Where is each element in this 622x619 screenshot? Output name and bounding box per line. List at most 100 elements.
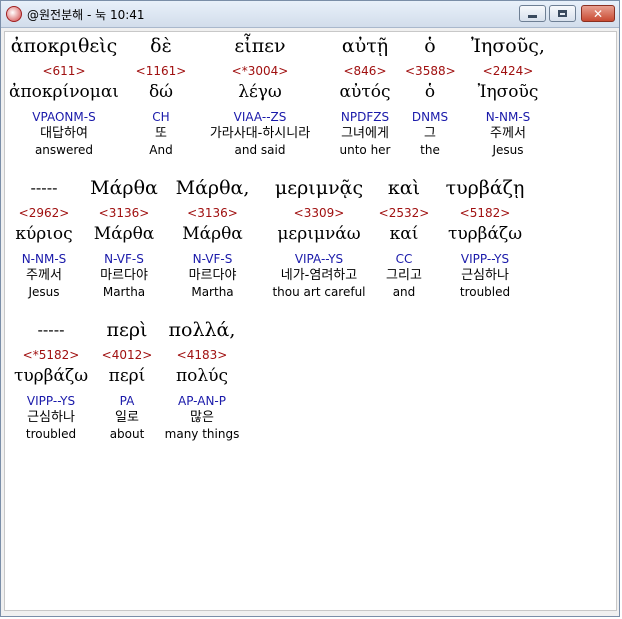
strong-number[interactable]: <*5182> [9, 348, 93, 362]
word-column[interactable]: καὶ <2532> καί CC 그리고 and [377, 174, 431, 299]
english-gloss: Jesus [28, 285, 60, 299]
greek-word: Ἰησοῦς, [471, 35, 545, 57]
korean-gloss: 또 [155, 126, 167, 141]
korean-gloss: 일로 [115, 410, 139, 425]
word-column[interactable]: τυρβάζῃ <5182> τυρβάζω VIPP--YS 근심하나 tro… [437, 174, 533, 299]
english-gloss: many things [164, 427, 240, 441]
korean-gloss: 근심하나 [461, 268, 509, 283]
greek-word: περὶ [106, 319, 148, 341]
greek-word: ἀποκριθεὶς [10, 35, 118, 57]
lemma: κύριος [15, 224, 73, 244]
word-column[interactable]: Μάρθα, <3136> Μάρθα N-VF-S 마르다야 Martha [170, 174, 255, 299]
strong-number[interactable]: <3309> [263, 206, 375, 220]
greek-word: δὲ [150, 35, 172, 57]
english-gloss: about [109, 427, 145, 441]
word-column[interactable]: μεριμνᾷς <3309> μεριμνάω VIPA--YS 네가-염려하… [263, 174, 375, 299]
close-icon: ✕ [592, 6, 604, 21]
lemma: δώ [148, 82, 174, 102]
korean-gloss: 네가-염려하고 [280, 268, 358, 283]
strong-number[interactable]: <4183> [161, 348, 243, 362]
parsing-code: N-VF-S [192, 252, 233, 266]
word-column[interactable]: ----- <*5182> τυρβάζω VIPP--YS 근심하나 trou… [9, 316, 93, 441]
lemma: περί [108, 366, 146, 386]
window-title: @원전분해 - 눅 10:41 [27, 8, 145, 22]
korean-gloss: 그 [424, 126, 436, 141]
parsing-code: VIPP--YS [460, 252, 510, 266]
english-gloss: and [392, 285, 416, 299]
parsing-code: N-NM-S [485, 110, 531, 124]
korean-gloss: 근심하나 [27, 410, 75, 425]
word-column[interactable]: περὶ <4012> περί PA 일로 about [99, 316, 155, 441]
word-column[interactable]: Μάρθα <3136> Μάρθα N-VF-S 마르다야 Martha [85, 174, 163, 299]
english-gloss: answered [34, 143, 94, 157]
greek-word: ----- [30, 179, 58, 197]
korean-gloss: 주께서 [26, 268, 62, 283]
lemma: τυρβάζω [13, 366, 89, 386]
strong-number[interactable]: <2532> [377, 206, 431, 220]
parsing-code: VIPP--YS [26, 394, 76, 408]
word-column[interactable]: αὐτῇ <846> αὐτός NPDFZS 그녀에게 unto her [330, 32, 400, 157]
interlinear-panel[interactable]: ἀποκριθεὶς <611> ἀποκρίνομαι VPAONM-S 대답… [4, 31, 617, 611]
english-gloss: Martha [191, 285, 234, 299]
word-column[interactable]: ἀποκριθεὶς <611> ἀποκρίνομαι VPAONM-S 대답… [5, 32, 123, 157]
english-gloss: the [420, 143, 440, 157]
korean-gloss: 마르다야 [188, 268, 237, 283]
korean-gloss: 가라사대-하시니라 [209, 126, 311, 141]
strong-number[interactable]: <846> [330, 64, 400, 78]
english-gloss: and said [234, 143, 286, 157]
korean-gloss: 그녀에게 [341, 126, 389, 141]
lemma: Μάρθα [182, 224, 243, 244]
word-column[interactable]: δὲ <1161> δώ CH 또 And [133, 32, 189, 157]
english-gloss: troubled [459, 285, 511, 299]
lemma: ἀποκρίνομαι [9, 82, 119, 102]
close-button[interactable]: ✕ [581, 5, 615, 22]
strong-number[interactable]: <2424> [463, 64, 553, 78]
lemma: λέγω [238, 82, 282, 102]
parsing-code: PA [119, 394, 135, 408]
lemma: Μάρθα [93, 224, 155, 244]
parsing-code: N-VF-S [104, 252, 144, 266]
strong-number[interactable]: <3136> [170, 206, 255, 220]
greek-word: εἶπεν [234, 35, 286, 57]
lemma: τυρβάζω [447, 224, 523, 244]
greek-word: ----- [37, 321, 65, 339]
strong-number[interactable]: <611> [5, 64, 123, 78]
english-gloss: Martha [102, 285, 146, 299]
word-column[interactable]: ὁ <3588> ὁ DNMS 그 the [405, 32, 456, 157]
parsing-code: NPDFZS [340, 110, 390, 124]
word-column[interactable]: Ἰησοῦς, <2424> Ἰησοῦς N-NM-S 주께서 Jesus [463, 32, 553, 157]
word-column[interactable]: ----- <2962> κύριος N-NM-S 주께서 Jesus [9, 174, 79, 299]
parsing-code: VIPA--YS [294, 252, 344, 266]
english-gloss: thou art careful [272, 285, 366, 299]
greek-word: καὶ [387, 177, 421, 199]
title-bar[interactable]: @원전분해 - 눅 10:41 ✕ [1, 1, 619, 28]
parsing-code: CH [152, 110, 170, 124]
english-gloss: troubled [25, 427, 77, 441]
greek-word: Μάρθα, [175, 177, 250, 199]
strong-number[interactable]: <1161> [133, 64, 189, 78]
app-icon[interactable] [6, 6, 22, 22]
word-column[interactable]: πολλά, <4183> πολύς AP-AN-P 많은 many thin… [161, 316, 243, 441]
korean-gloss: 많은 [190, 410, 214, 425]
maximize-button[interactable] [549, 5, 576, 22]
greek-word: μεριμνᾷς [274, 177, 364, 199]
strong-number[interactable]: <5182> [437, 206, 533, 220]
lemma: Ἰησοῦς [477, 82, 539, 102]
strong-number[interactable]: <3136> [85, 206, 163, 220]
lemma: πολύς [175, 366, 229, 386]
english-gloss: Jesus [492, 143, 524, 157]
parsing-code: CC [395, 252, 413, 266]
korean-gloss: 그리고 [386, 268, 422, 283]
lemma: αὐτός [339, 82, 391, 102]
minimize-icon [528, 15, 537, 18]
strong-number[interactable]: <*3004> [195, 64, 325, 78]
parsing-code: AP-AN-P [178, 394, 226, 408]
korean-gloss: 마르다야 [100, 268, 148, 283]
word-column[interactable]: εἶπεν <*3004> λέγω VIAA--ZS 가라사대-하시니라 an… [195, 32, 325, 157]
strong-number[interactable]: <2962> [9, 206, 79, 220]
strong-number[interactable]: <3588> [405, 64, 456, 78]
parsing-code: VIAA--ZS [233, 110, 287, 124]
strong-number[interactable]: <4012> [99, 348, 155, 362]
lemma: ὁ [424, 82, 436, 102]
minimize-button[interactable] [519, 5, 546, 22]
